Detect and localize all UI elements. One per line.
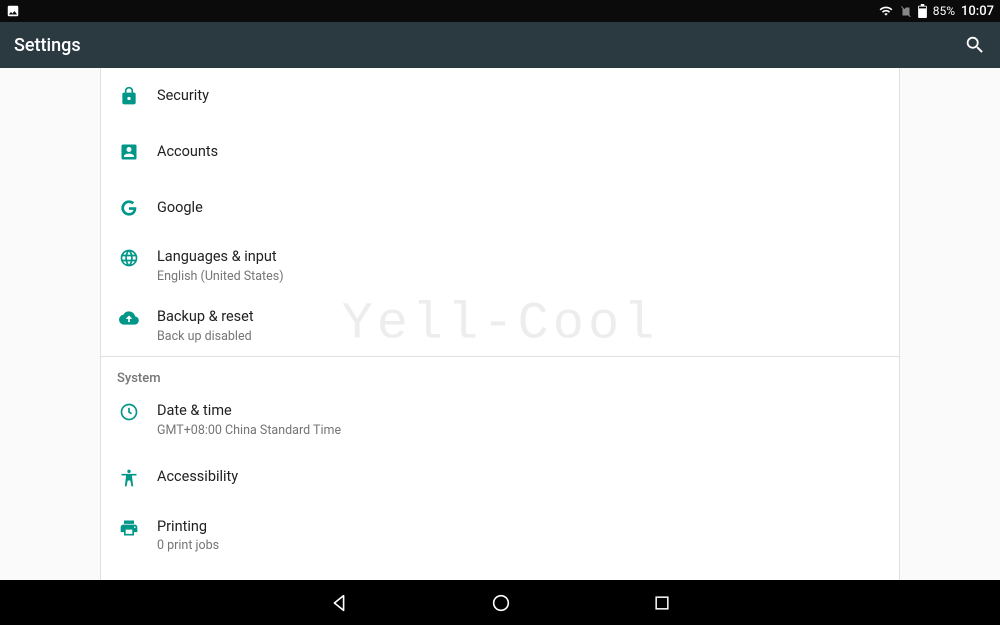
section-header-system: System — [101, 356, 899, 390]
item-label: Accessibility — [157, 468, 238, 487]
lock-icon — [119, 86, 157, 106]
settings-item-datetime[interactable]: Date & time GMT+08:00 China Standard Tim… — [101, 390, 899, 450]
battery-percent: 85% — [933, 4, 955, 18]
recents-button[interactable] — [652, 593, 672, 613]
search-icon[interactable] — [964, 34, 986, 56]
item-subtitle: GMT+08:00 China Standard Time — [157, 423, 341, 438]
settings-item-accessibility[interactable]: Accessibility — [101, 450, 899, 506]
image-notification-icon — [6, 4, 20, 18]
item-subtitle: English (United States) — [157, 269, 284, 284]
item-label: Accounts — [157, 143, 218, 162]
app-bar: Settings — [0, 22, 1000, 68]
settings-item-printing[interactable]: Printing 0 print jobs — [101, 506, 899, 566]
settings-item-accounts[interactable]: Accounts — [101, 124, 899, 180]
back-button[interactable] — [328, 592, 350, 614]
settings-item-developer[interactable]: Developer options — [101, 565, 899, 580]
settings-item-languages[interactable]: Languages & input English (United States… — [101, 236, 899, 296]
content-area: Security Accounts Google Languages & inp… — [0, 68, 1000, 580]
home-button[interactable] — [490, 592, 512, 614]
settings-item-backup[interactable]: Backup & reset Back up disabled — [101, 296, 899, 356]
no-sim-icon — [900, 4, 912, 18]
google-icon — [119, 198, 157, 218]
globe-icon — [119, 248, 157, 268]
item-label: Languages & input — [157, 248, 284, 267]
clock-icon — [119, 402, 157, 422]
status-bar: 85% 10:07 — [0, 0, 1000, 22]
battery-icon — [918, 4, 927, 18]
item-subtitle: Back up disabled — [157, 329, 254, 344]
accessibility-icon — [119, 468, 157, 488]
navigation-bar — [0, 580, 1000, 625]
item-label: Google — [157, 199, 203, 218]
item-subtitle: 0 print jobs — [157, 538, 219, 553]
item-label: Backup & reset — [157, 308, 254, 327]
settings-list[interactable]: Security Accounts Google Languages & inp… — [100, 68, 900, 580]
account-icon — [119, 142, 157, 162]
cloud-upload-icon — [119, 308, 157, 328]
item-label: Date & time — [157, 402, 341, 421]
settings-item-security[interactable]: Security — [101, 68, 899, 124]
item-label: Security — [157, 87, 209, 106]
item-label: Printing — [157, 518, 219, 537]
page-title: Settings — [14, 35, 81, 56]
printer-icon — [119, 518, 157, 538]
wifi-icon — [878, 4, 894, 18]
settings-item-google[interactable]: Google — [101, 180, 899, 236]
status-clock: 10:07 — [961, 4, 994, 19]
